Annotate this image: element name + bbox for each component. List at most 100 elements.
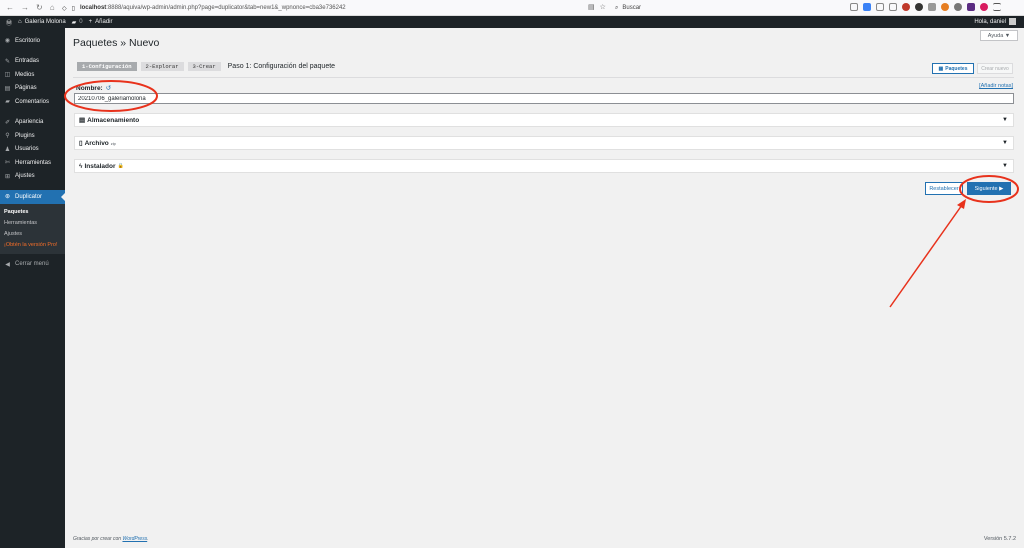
add-notes-link[interactable]: [Añadir notas]	[979, 83, 1013, 89]
pocket-icon[interactable]	[850, 3, 858, 11]
panel-title: Archivo	[84, 139, 109, 147]
extension-purple-icon[interactable]	[967, 3, 975, 11]
step-explorar: 2-Explorar	[140, 62, 184, 71]
submenu-herramientas[interactable]: Herramientas	[0, 218, 65, 229]
panel-title: Almacenamiento	[87, 116, 140, 124]
sidebar-icon[interactable]	[889, 3, 897, 11]
extension-gray-icon[interactable]	[954, 3, 962, 11]
site-name: Galería Molona	[24, 19, 66, 25]
comments-link[interactable]: ▰ 0	[72, 19, 83, 26]
panel-archivo[interactable]: ▯ Archivo zip ▼	[74, 136, 1014, 150]
sidebar-item-comentarios[interactable]: ▰ Comentarios	[0, 95, 65, 109]
add-new-link[interactable]: + Añadir	[89, 19, 113, 25]
users-icon: ♟	[4, 146, 11, 153]
package-name-input[interactable]	[74, 93, 1014, 104]
sidebar-item-apariencia[interactable]: ✐ Apariencia	[0, 116, 65, 130]
collapse-icon: ◀	[5, 261, 10, 268]
extension-dark-icon[interactable]	[915, 3, 923, 11]
url-host: localhost	[79, 5, 107, 11]
grid-icon: ▦	[938, 65, 944, 72]
lock-warning-icon: 🔒	[117, 163, 124, 169]
submenu-paquetes[interactable]: Paquetes	[0, 207, 65, 218]
sidebar-item-escritorio[interactable]: ◉ Escritorio	[0, 34, 65, 48]
footer-thanks: Gracias por crear con WordPress.	[73, 536, 149, 542]
settings-icon: ⊞	[4, 173, 11, 180]
extension-orange-icon[interactable]	[941, 3, 949, 11]
forward-icon[interactable]: →	[21, 3, 29, 12]
reset-button[interactable]: Restablecer	[925, 182, 963, 195]
collapse-label: Cerrar menú	[15, 261, 49, 268]
extensions-bar	[850, 3, 1001, 11]
name-label-text: Nombre:	[76, 84, 103, 92]
sidebar-item-paginas[interactable]: ▤ Páginas	[0, 82, 65, 96]
duplicator-icon: ⊛	[4, 194, 11, 201]
avatar	[1009, 18, 1016, 25]
admin-sidebar: ◉ Escritorio ✎ Entradas ◫ Medios ▤ Páginas ▰…	[0, 28, 65, 548]
dashboard-icon: ◉	[4, 38, 11, 45]
home-icon[interactable]: ⌂	[50, 3, 55, 12]
search-icon: ⌕	[615, 4, 619, 11]
url-actions: ▤ ☆	[588, 3, 606, 11]
sidebar-item-usuarios[interactable]: ♟ Usuarios	[0, 143, 65, 157]
create-new-button[interactable]: Crear nuevo	[977, 63, 1013, 74]
caret-down-icon: ▼	[1002, 163, 1008, 169]
sidebar-item-label: Escritorio	[15, 37, 41, 44]
duplicator-submenu: Paquetes Herramientas Ajustes ¡Obtén la …	[0, 203, 65, 254]
file-archive-icon: ▯	[79, 140, 83, 147]
extension-red-icon[interactable]	[902, 3, 910, 11]
bookmark-star-icon[interactable]: ☆	[600, 3, 606, 11]
extension-pink-icon[interactable]	[980, 3, 988, 11]
add-new-label: Añadir	[95, 19, 113, 25]
filter-icon[interactable]	[928, 3, 936, 11]
brush-icon: ✐	[4, 119, 11, 126]
library-icon[interactable]	[876, 3, 884, 11]
panel-almacenamiento[interactable]: ▤ Almacenamiento ▼	[74, 113, 1014, 127]
wordpress-link[interactable]: WordPress	[122, 536, 147, 542]
reload-icon[interactable]: ↻	[36, 3, 43, 12]
sidebar-item-duplicator[interactable]: ⊛ Duplicator	[0, 190, 65, 204]
panel-title: Instalador	[84, 162, 116, 170]
page-icon: ▯	[71, 5, 75, 12]
wp-logo-icon[interactable]: Ⓦ	[6, 18, 12, 27]
shield-icon: ◇	[62, 5, 67, 12]
packages-button[interactable]: ▦ Paquetes	[932, 63, 974, 74]
sidebar-item-label: Usuarios	[15, 146, 39, 153]
back-icon[interactable]: ←	[6, 3, 14, 12]
sidebar-item-plugins[interactable]: ⚲ Plugins	[0, 129, 65, 143]
reset-name-icon[interactable]: ↺	[106, 84, 111, 92]
submenu-get-pro[interactable]: ¡Obtén la versión Pro!	[0, 240, 65, 251]
plugin-icon: ⚲	[5, 133, 10, 140]
address-bar[interactable]: ◇ ▯ localhost:8888/aquiva/wp-admin/admin…	[62, 2, 610, 14]
sidebar-item-label: Plugins	[15, 132, 35, 139]
caret-down-icon: ▼	[1002, 117, 1008, 123]
database-icon: ▤	[79, 117, 86, 124]
next-button[interactable]: Siguiente ▶	[967, 182, 1011, 195]
download-icon[interactable]	[863, 3, 871, 11]
menu-icon[interactable]	[993, 3, 1001, 11]
sidebar-item-label: Páginas	[15, 85, 37, 92]
sidebar-item-ajustes[interactable]: ⊞ Ajustes	[0, 170, 65, 184]
step-configuracion: 1-Configuración	[77, 62, 137, 71]
panel-instalador[interactable]: ϟ Instalador 🔒 ▼	[74, 159, 1014, 173]
sidebar-item-label: Ajustes	[15, 173, 35, 180]
url-path: :8888/aquiva/wp-admin/admin.php?page=dup…	[106, 5, 346, 11]
reader-icon[interactable]: ▤	[588, 3, 595, 11]
page-title: Paquetes » Nuevo	[73, 37, 160, 49]
collapse-menu-button[interactable]: ◀ Cerrar menú	[0, 258, 65, 272]
wp-admin-bar: Ⓦ ⌂ Galería Molona ▰ 0 + Añadir Hola, da…	[0, 16, 1024, 28]
step-crear: 3-Crear	[187, 62, 221, 71]
help-tab-button[interactable]: Ayuda ▼	[980, 30, 1018, 41]
submenu-ajustes[interactable]: Ajustes	[0, 229, 65, 240]
account-menu[interactable]: Hola, daniel	[974, 18, 1016, 25]
archive-format-sup: zip	[110, 140, 116, 146]
sidebar-item-herramientas[interactable]: ✄ Herramientas	[0, 156, 65, 170]
sidebar-item-medios[interactable]: ◫ Medios	[0, 68, 65, 82]
sidebar-item-entradas[interactable]: ✎ Entradas	[0, 55, 65, 69]
sidebar-item-label: Herramientas	[15, 159, 52, 166]
comments-icon: ▰	[5, 99, 10, 106]
pages-icon: ▤	[4, 85, 11, 92]
footer-text: Gracias por crear con	[73, 536, 123, 542]
browser-search[interactable]: ⌕ Buscar	[615, 2, 833, 14]
site-name-link[interactable]: ⌂ Galería Molona	[18, 19, 66, 25]
sidebar-item-label: Duplicator	[15, 193, 43, 200]
